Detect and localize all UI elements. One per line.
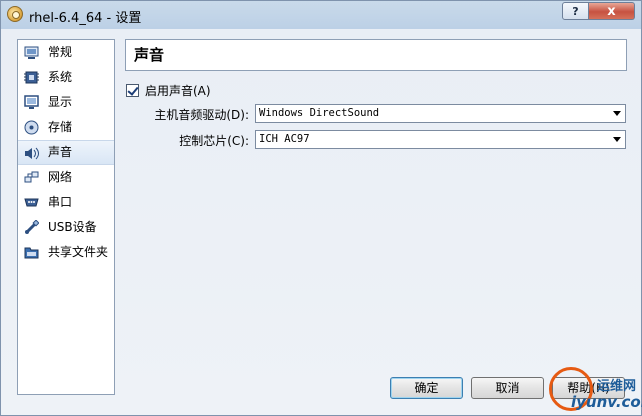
network-icon	[24, 171, 39, 183]
cancel-button[interactable]: 取消	[471, 377, 544, 399]
watermark-line1: 运维网	[597, 379, 637, 394]
sidebar-item-label: USB设备	[48, 220, 97, 234]
sidebar-item-label: 共享文件夹	[48, 245, 109, 259]
chevron-down-icon	[613, 137, 621, 142]
display-monitor-icon	[24, 95, 39, 109]
host-audio-driver-label: 主机音频驱动(D):	[154, 108, 249, 122]
speaker-icon	[25, 147, 39, 160]
general-icon	[24, 46, 39, 59]
virtualbox-app-icon	[7, 6, 23, 22]
close-window-button[interactable]: x	[589, 2, 635, 20]
shared-folder-icon	[24, 247, 39, 259]
sidebar-item-network[interactable]: 网络	[18, 165, 114, 190]
window-controls: ? x	[562, 2, 635, 20]
chevron-down-icon	[613, 111, 621, 116]
window-title: rhel-6.4_64 - 设置	[29, 11, 142, 26]
host-audio-driver-select[interactable]: Windows DirectSound	[255, 104, 626, 123]
watermark-line2: iyunv.com	[571, 393, 642, 411]
audio-controller-label: 控制芯片(C):	[179, 134, 249, 148]
audio-settings-panel: 声音 启用声音(A) 主机音频驱动(D): Windows DirectSoun…	[125, 39, 627, 379]
sidebar-item-shared-folders[interactable]: 共享文件夹	[18, 240, 114, 265]
storage-disk-icon	[24, 120, 39, 135]
sidebar-item-label: 网络	[48, 170, 73, 184]
serial-port-icon	[24, 198, 39, 207]
sidebar-item-storage[interactable]: 存储	[18, 115, 114, 140]
sidebar-item-system[interactable]: 系统	[18, 65, 114, 90]
sidebar-item-serial[interactable]: 串口	[18, 190, 114, 215]
host-audio-driver-value: Windows DirectSound	[259, 107, 380, 119]
sidebar-item-general[interactable]: 常规	[18, 40, 114, 65]
ok-button[interactable]: 确定	[390, 377, 463, 399]
title-bar[interactable]: rhel-6.4_64 - 设置 ? x	[1, 1, 641, 29]
section-title: 声音	[125, 39, 627, 71]
sidebar-item-label: 串口	[48, 195, 73, 209]
site-watermark: 运维网 iyunv.com	[549, 365, 642, 415]
sidebar-item-label: 存储	[48, 120, 73, 134]
sidebar-item-label: 常规	[48, 45, 73, 59]
enable-audio-label: 启用声音(A)	[145, 84, 211, 98]
settings-sidebar: 常规 系统 显示 存储 声音 网络 串口 USB设备 共享文件夹	[17, 39, 115, 395]
system-chip-icon	[24, 71, 39, 84]
audio-controller-select[interactable]: ICH AC97	[255, 130, 626, 149]
usb-icon	[25, 220, 39, 234]
sidebar-item-usb[interactable]: USB设备	[18, 215, 114, 240]
sidebar-item-audio[interactable]: 声音	[18, 140, 114, 165]
sidebar-item-label: 声音	[48, 145, 73, 159]
enable-audio-checkbox[interactable]	[126, 84, 139, 97]
enable-audio-checkbox-row[interactable]: 启用声音(A)	[126, 82, 211, 99]
sidebar-item-label: 显示	[48, 95, 73, 109]
sidebar-item-label: 系统	[48, 70, 73, 84]
audio-controller-value: ICH AC97	[259, 133, 310, 145]
sidebar-item-display[interactable]: 显示	[18, 90, 114, 115]
help-window-button[interactable]: ?	[562, 2, 589, 20]
settings-window: rhel-6.4_64 - 设置 ? x 常规 系统 显示 存储 声音 网络 串…	[0, 0, 642, 416]
